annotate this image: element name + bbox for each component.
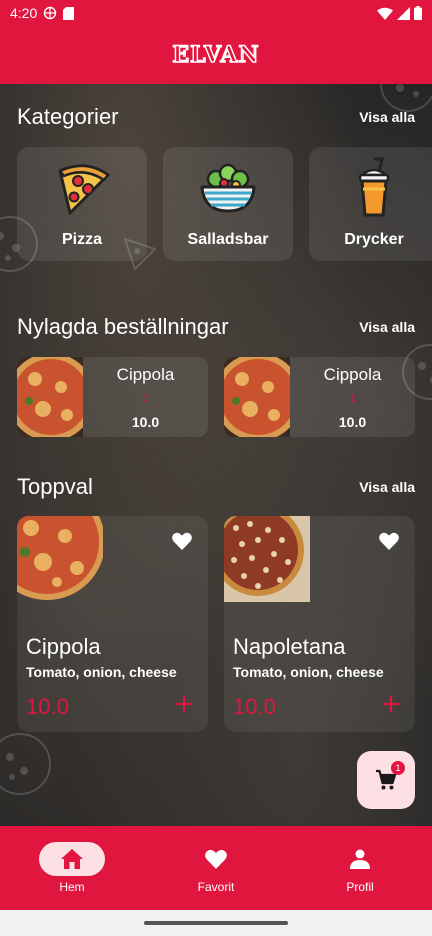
- add-to-cart-plus-icon[interactable]: [176, 696, 192, 712]
- background-pizza-icon: [0, 733, 51, 795]
- pizza-photo: [224, 357, 290, 437]
- categories-title: Kategorier: [17, 104, 119, 129]
- nav-item-favorit[interactable]: Favorit: [144, 842, 288, 894]
- salad-bowl-icon: [200, 163, 256, 213]
- top-pick-card[interactable]: Napoletana Tomato, onion, cheese 10.0: [224, 516, 415, 732]
- add-to-cart-plus-icon[interactable]: [383, 696, 399, 712]
- categories-see-all-link[interactable]: Visa alla: [359, 109, 415, 125]
- recent-order-card[interactable]: Cippola 1 10.0: [17, 357, 208, 437]
- drink-cup-icon: [358, 157, 390, 217]
- categories-header: Kategorier Visa alla: [17, 104, 415, 130]
- app-logo: ELVAN: [172, 41, 260, 68]
- nav-item-profil[interactable]: Profil: [288, 842, 432, 894]
- top-pick-name: Napoletana: [233, 634, 346, 659]
- favorite-heart-icon[interactable]: [172, 532, 192, 550]
- order-item-price: 10.0: [131, 414, 160, 430]
- home-icon: [61, 849, 83, 869]
- gesture-navigation-bar: [0, 910, 432, 936]
- cart-button[interactable]: 1: [357, 751, 415, 809]
- cart-badge-count: 1: [391, 761, 405, 775]
- order-item-name: Cippola: [323, 365, 382, 384]
- nav-label: Favorit: [197, 880, 235, 894]
- order-item-price: 10.0: [338, 414, 367, 430]
- nav-icon-holder: [183, 842, 249, 876]
- category-card-drycker[interactable]: Drycker: [309, 147, 432, 261]
- nav-label: Hem: [59, 880, 85, 894]
- recent-orders-title: Nylagda beställningar: [17, 314, 229, 339]
- top-pick-name: Cippola: [26, 634, 101, 659]
- top-picks-see-all-link[interactable]: Visa alla: [359, 479, 415, 495]
- top-pick-card[interactable]: Cippola Tomato, onion, cheese 10.0: [17, 516, 208, 732]
- top-pick-description: Tomato, onion, cheese: [26, 664, 177, 680]
- pizza-slice-icon: [58, 164, 110, 215]
- category-card-salladsbar[interactable]: Salladsbar: [163, 147, 293, 261]
- signal-icon: [397, 6, 410, 20]
- person-icon: [350, 849, 370, 869]
- top-pick-description: Tomato, onion, cheese: [233, 664, 384, 680]
- recent-order-card[interactable]: Cippola 1 10.0: [224, 357, 415, 437]
- favorite-heart-icon[interactable]: [379, 532, 399, 550]
- order-item-quantity: 1: [142, 393, 149, 405]
- category-card-pizza[interactable]: Pizza: [17, 147, 147, 261]
- pizza-photo: [224, 516, 310, 602]
- globe-icon: [44, 6, 57, 20]
- nav-icon-holder: [327, 842, 393, 876]
- status-bar: 4:20: [0, 0, 432, 26]
- battery-icon: [414, 6, 422, 20]
- nav-active-indicator: [39, 842, 105, 876]
- heart-icon: [205, 849, 227, 869]
- gesture-handle[interactable]: [144, 921, 288, 925]
- top-picks-title: Toppval: [17, 474, 93, 499]
- recent-orders-header: Nylagda beställningar Visa alla: [17, 314, 415, 340]
- app-bar: ELVAN: [0, 26, 432, 84]
- order-item-quantity: 1: [349, 393, 356, 405]
- category-label: Pizza: [61, 231, 102, 248]
- wifi-icon: [377, 7, 393, 20]
- pizza-photo: [17, 516, 103, 600]
- nav-item-home[interactable]: Hem: [0, 842, 144, 894]
- sd-card-icon: [63, 6, 75, 20]
- category-label: Salladsbar: [187, 231, 269, 248]
- category-label: Drycker: [344, 231, 404, 248]
- order-item-name: Cippola: [116, 365, 175, 384]
- top-pick-price: 10.0: [233, 694, 276, 719]
- nav-label: Profil: [346, 880, 374, 894]
- top-pick-price: 10.0: [26, 694, 69, 719]
- bottom-navigation: Hem Favorit Profil: [0, 826, 432, 910]
- pizza-photo: [17, 357, 83, 437]
- recent-orders-see-all-link[interactable]: Visa alla: [359, 319, 415, 335]
- top-picks-header: Toppval Visa alla: [17, 474, 415, 500]
- home-content[interactable]: Kategorier Visa alla Pizza Salladsbar Dr…: [0, 84, 432, 826]
- status-time: 4:20: [10, 5, 38, 21]
